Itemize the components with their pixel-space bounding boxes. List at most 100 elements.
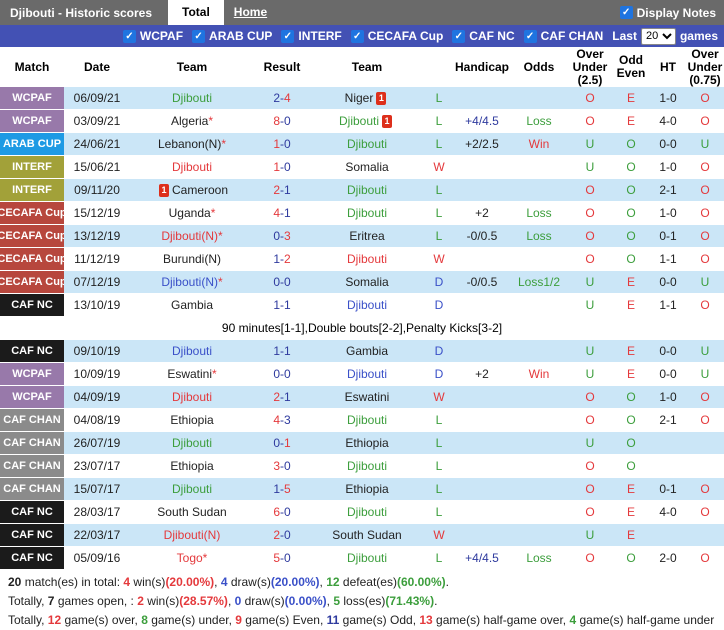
result-cell: 6-0	[254, 501, 310, 523]
summary-segment: .	[434, 594, 438, 608]
odd-even-cell-value: O	[626, 413, 636, 427]
team-name: Djibouti	[338, 114, 380, 128]
home-score: 0	[273, 436, 280, 450]
odd-even-cell: O	[612, 179, 650, 201]
over-under-25-cell-value: U	[585, 344, 595, 358]
table-row: ARAB CUP 24/06/21 Lebanon(N)* 1-0 Djibouti L +…	[0, 133, 724, 156]
ht-cell: 2-1	[659, 413, 677, 427]
tab-home[interactable]: Home	[224, 0, 277, 25]
handicap-cell	[454, 340, 510, 362]
summary-segment: 13	[419, 613, 433, 627]
ht-cell: 1-0	[659, 160, 677, 174]
result-cell: 2-1	[254, 386, 310, 408]
league-badge: CAF CHAN	[0, 455, 64, 477]
odds-cell	[510, 156, 568, 178]
over-under-25-cell-value: O	[585, 229, 595, 243]
odds-cell-value: Loss	[526, 229, 552, 243]
league-cell: WCPAF	[0, 386, 64, 408]
over-under-25-cell: O	[568, 202, 612, 224]
odds-cell: Win	[510, 133, 568, 155]
over-under-075-cell: O	[686, 478, 724, 500]
wcpaf-checkbox[interactable]: ✓	[122, 29, 136, 43]
home-score: 0	[273, 275, 280, 289]
win-loss-cell: L	[424, 202, 454, 224]
win-loss-cell: L	[424, 501, 454, 523]
display-notes-checkbox[interactable]: ✓	[619, 6, 633, 19]
win-loss-cell-value: L	[435, 413, 443, 427]
result-cell: 0-0	[254, 363, 310, 385]
home-score: 8	[273, 114, 280, 128]
last-games-select[interactable]: 20	[640, 27, 676, 45]
table-row: CAF NC 13/10/19 Gambia 1-1 Djibouti D U E 1-1 O	[0, 294, 724, 317]
handicap-cell	[454, 386, 510, 408]
league-cell: CECAFA Cup	[0, 225, 64, 247]
date-cell: 07/12/19	[73, 275, 121, 289]
league-badge: WCPAF	[0, 386, 64, 408]
table-row: WCPAF 06/09/21 Djibouti 2-4 Niger 1 L O E 1-0 O	[0, 87, 724, 110]
team-name: Djibouti	[171, 91, 213, 105]
over-under-25-cell: O	[568, 501, 612, 523]
team-name: Niger	[344, 91, 374, 105]
odd-even-cell: E	[612, 363, 650, 385]
date-cell: 05/09/16	[73, 551, 121, 565]
over-under-25-cell-value: O	[585, 390, 595, 404]
tab-total[interactable]: Total	[168, 0, 224, 25]
handicap-cell	[454, 179, 510, 201]
away-team-cell: Djibouti	[310, 294, 424, 316]
over-under-25-cell: O	[568, 409, 612, 431]
odds-cell-value: Loss	[526, 206, 552, 220]
ht-cell: 0-1	[659, 482, 677, 496]
neutral-star: *	[218, 275, 223, 289]
over-under-25-cell: U	[568, 271, 612, 293]
home-score: 0	[273, 229, 280, 243]
summary-segment: (20.00%)	[270, 575, 320, 589]
summary-segment: ,	[227, 594, 235, 608]
result-cell: 2-0	[254, 524, 310, 546]
date-cell: 04/08/19	[73, 413, 121, 427]
cecafa-cup-checkbox[interactable]: ✓	[350, 29, 364, 43]
team-name: Ethiopia	[170, 459, 214, 473]
away-team-cell: Ethiopia	[310, 478, 424, 500]
handicap-cell	[454, 478, 510, 500]
odds-cell: Win	[510, 363, 568, 385]
league-cell: CAF NC	[0, 501, 64, 523]
caf-nc-checkbox[interactable]: ✓	[452, 29, 466, 43]
caf-chan-checkbox[interactable]: ✓	[523, 29, 537, 43]
win-loss-cell-value: W	[433, 160, 445, 174]
ht-cell: 0-0	[659, 367, 677, 381]
win-loss-cell-value: L	[435, 183, 443, 197]
odd-even-cell: O	[612, 455, 650, 477]
arab-cup-checkbox[interactable]: ✓	[192, 29, 206, 43]
over-under-075-cell-value: O	[700, 505, 710, 519]
summary-segment: draw(s)	[241, 594, 285, 608]
odd-even-cell: O	[612, 133, 650, 155]
handicap-cell: +4/4.5	[454, 110, 510, 132]
home-score: 6	[273, 505, 280, 519]
page-title: Djibouti - Historic scores	[10, 5, 153, 20]
home-score: 2	[273, 91, 280, 105]
handicap-cell: -0/0.5	[454, 271, 510, 293]
summary-segment: 12	[47, 613, 62, 627]
over-under-25-cell-value: O	[585, 91, 595, 105]
handicap-cell: -0/0.5	[454, 225, 510, 247]
win-loss-cell-value: L	[435, 206, 443, 220]
table-row: CECAFA Cup 11/12/19 Burundi(N) 1-2 Djibouti W…	[0, 248, 724, 271]
summary-segment: win(s)	[143, 594, 180, 608]
table-row: CECAFA Cup 15/12/19 Uganda* 4-1 Djibouti L +2 L…	[0, 202, 724, 225]
away-score: 3	[284, 413, 291, 427]
column-header: Handicap	[454, 59, 509, 74]
summary-segment: Totally,	[8, 613, 48, 627]
win-loss-cell-value: D	[434, 367, 444, 381]
over-under-25-cell: O	[568, 478, 612, 500]
over-under-25-cell-value: O	[585, 114, 595, 128]
over-under-075-cell: U	[686, 133, 724, 155]
home-team-cell: Ethiopia	[130, 409, 254, 431]
team-name: Djibouti	[346, 298, 388, 312]
summary-segment: (0.00%)	[284, 594, 327, 608]
ht-cell: 1-0	[659, 206, 677, 220]
interf-checkbox[interactable]: ✓	[281, 29, 295, 43]
result-cell: 1-1	[254, 340, 310, 362]
win-loss-cell: W	[424, 248, 454, 270]
away-team-cell: Djibouti	[310, 133, 424, 155]
win-loss-cell: L	[424, 432, 454, 454]
